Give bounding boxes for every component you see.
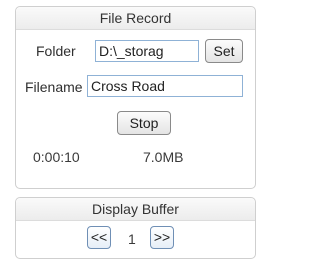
set-button[interactable]: Set (205, 39, 243, 63)
stop-button[interactable]: Stop (117, 111, 171, 135)
folder-label: Folder (36, 43, 76, 59)
folder-input[interactable] (95, 40, 199, 62)
display-buffer-title: Display Buffer (16, 198, 255, 221)
filename-input[interactable] (87, 75, 243, 97)
file-record-title: File Record (16, 7, 255, 30)
filename-label: Filename (25, 79, 83, 95)
file-record-panel: File Record Folder Set Filename Stop 0:0… (15, 6, 256, 189)
next-buffer-button[interactable]: >> (150, 226, 174, 249)
display-buffer-panel: Display Buffer << 1 >> (15, 197, 256, 259)
previous-buffer-button[interactable]: << (87, 226, 111, 249)
buffer-page-number: 1 (128, 231, 136, 247)
file-size: 7.0MB (143, 149, 184, 165)
elapsed-time: 0:00:10 (33, 149, 80, 165)
